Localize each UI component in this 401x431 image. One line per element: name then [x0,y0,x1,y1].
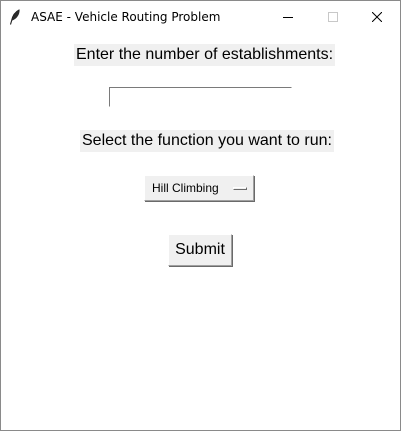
establishments-label: Enter the number of establishments: [74,44,336,66]
maximize-icon [328,12,338,22]
maximize-button[interactable] [310,1,356,33]
function-select[interactable]: Hill Climbing [144,175,254,201]
form-area: Enter the number of establishments: Sele… [1,33,400,430]
function-select-value: Hill Climbing [152,181,219,195]
submit-button[interactable]: Submit [168,234,232,266]
minimize-icon [283,17,293,18]
close-button[interactable] [354,1,400,33]
window-title: ASAE - Vehicle Routing Problem [31,10,221,24]
function-label: Select the function you want to run: [80,130,334,152]
dropdown-indicator-icon [233,187,247,190]
feather-icon [9,9,21,25]
app-window: ASAE - Vehicle Routing Problem Enter the… [0,0,401,431]
close-icon [372,12,382,22]
establishments-input[interactable] [109,87,292,107]
minimize-button[interactable] [265,1,311,33]
title-bar[interactable]: ASAE - Vehicle Routing Problem [1,1,400,33]
